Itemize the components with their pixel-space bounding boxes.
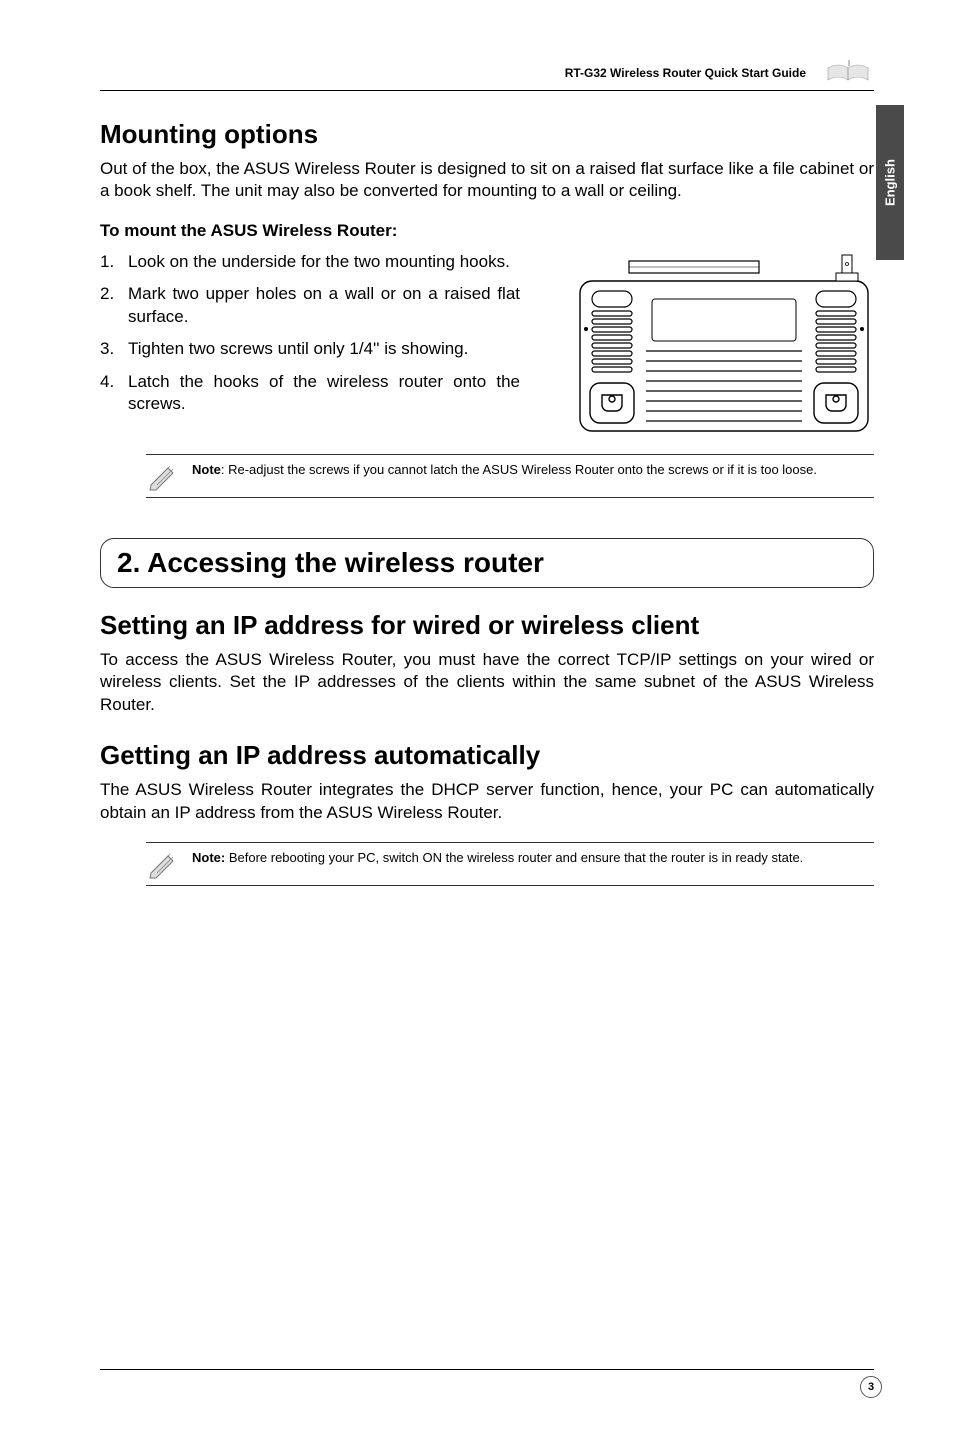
step-number: 2. xyxy=(100,283,114,305)
getting-ip-heading: Getting an IP address automatically xyxy=(100,740,874,771)
note-bold: Note xyxy=(192,462,221,477)
mounting-subhead: To mount the ASUS Wireless Router: xyxy=(100,221,874,241)
language-tab: English xyxy=(876,105,904,260)
note-text: Note: Before rebooting your PC, switch O… xyxy=(192,849,803,867)
section-box-heading: 2. Accessing the wireless router xyxy=(100,538,874,588)
note-text: Note: Re-adjust the screws if you cannot… xyxy=(192,461,817,479)
step-number: 3. xyxy=(100,338,114,360)
reboot-note: Note: Before rebooting your PC, switch O… xyxy=(146,842,874,886)
step-text: Tighten two screws until only 1/4'' is s… xyxy=(128,339,468,358)
mounting-note: Note: Re-adjust the screws if you cannot… xyxy=(146,454,874,498)
language-tab-label: English xyxy=(883,159,898,206)
note-bold: Note: xyxy=(192,850,225,865)
pencil-icon xyxy=(148,851,178,879)
setting-ip-body: To access the ASUS Wireless Router, you … xyxy=(100,649,874,716)
step-text: Look on the underside for the two mounti… xyxy=(128,252,510,271)
diagram-column xyxy=(540,251,874,436)
accessing-title: 2. Accessing the wireless router xyxy=(117,547,857,579)
list-item: 1. Look on the underside for the two moun… xyxy=(100,251,520,273)
list-item: 4. Latch the hooks of the wireless router… xyxy=(100,371,520,416)
pencil-icon xyxy=(148,463,178,491)
note-body: Before rebooting your PC, switch ON the … xyxy=(225,850,803,865)
step-number: 1. xyxy=(100,251,114,273)
setting-ip-heading: Setting an IP address for wired or wirel… xyxy=(100,610,874,641)
router-underside-diagram xyxy=(574,251,874,436)
mounting-options-heading: Mounting options xyxy=(100,119,874,150)
note-body: : Re-adjust the screws if you cannot lat… xyxy=(221,462,817,477)
step-text: Latch the hooks of the wireless router o… xyxy=(128,372,520,413)
open-book-icon xyxy=(824,60,874,86)
page-root: RT-G32 Wireless Router Quick Start Guide… xyxy=(0,0,954,1432)
mounting-columns: 1. Look on the underside for the two moun… xyxy=(100,251,874,436)
list-item: 3. Tighten two screws until only 1/4'' is… xyxy=(100,338,520,360)
mounting-intro: Out of the box, the ASUS Wireless Router… xyxy=(100,158,874,203)
page-header: RT-G32 Wireless Router Quick Start Guide xyxy=(100,60,874,91)
step-number: 4. xyxy=(100,371,114,393)
doc-title: RT-G32 Wireless Router Quick Start Guide xyxy=(565,66,806,80)
page-number: 3 xyxy=(860,1376,882,1398)
steps-column: 1. Look on the underside for the two moun… xyxy=(100,251,520,436)
list-item: 2. Mark two upper holes on a wall or on a… xyxy=(100,283,520,328)
getting-ip-body: The ASUS Wireless Router integrates the … xyxy=(100,779,874,824)
mounting-steps-list: 1. Look on the underside for the two moun… xyxy=(100,251,520,416)
footer-rule xyxy=(100,1369,874,1370)
step-text: Mark two upper holes on a wall or on a r… xyxy=(128,284,520,325)
